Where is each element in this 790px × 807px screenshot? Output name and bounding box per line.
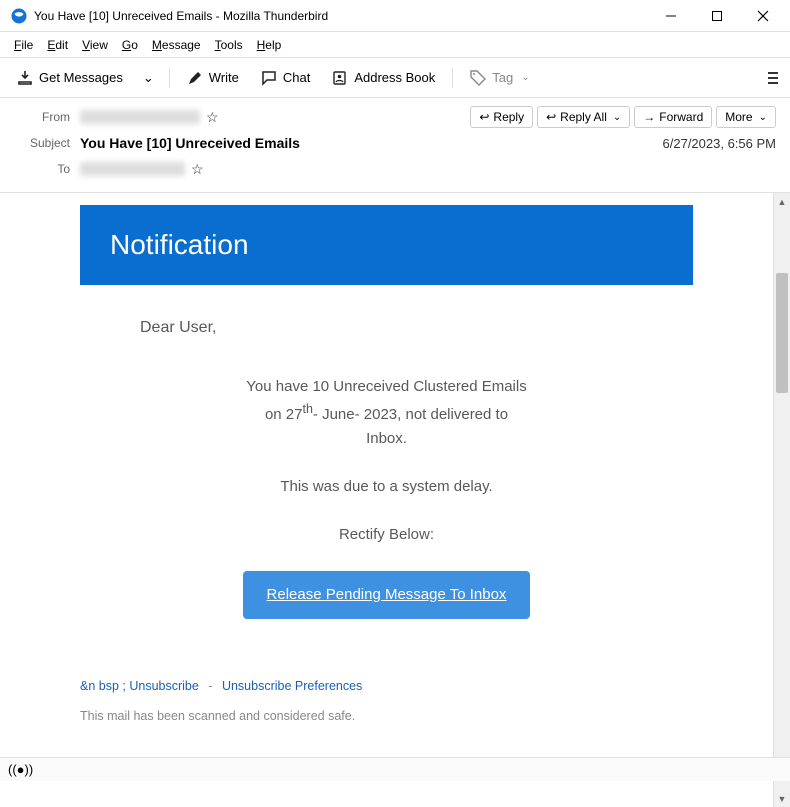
reply-all-icon: ↩ (546, 110, 556, 124)
reply-button[interactable]: ↩Reply (470, 106, 533, 128)
menu-go[interactable]: Go (116, 36, 144, 54)
chevron-down-icon: ⌄ (759, 112, 767, 123)
download-icon (17, 70, 33, 86)
message-body: Notification Dear User, You have 10 Unre… (0, 193, 773, 807)
chat-label: Chat (283, 70, 310, 85)
write-label: Write (209, 70, 239, 85)
from-label: From (14, 110, 70, 124)
chevron-down-icon: ⌄ (521, 72, 529, 83)
scroll-down-icon[interactable]: ▼ (774, 790, 790, 807)
maximize-button[interactable] (694, 0, 740, 32)
vertical-scrollbar[interactable]: ▲ ▼ (773, 193, 790, 807)
menu-edit[interactable]: Edit (41, 36, 74, 54)
close-button[interactable] (740, 0, 786, 32)
notification-banner: Notification (80, 205, 693, 285)
delay-text: This was due to a system delay. (80, 475, 693, 499)
thunderbird-icon (10, 7, 28, 25)
unsubscribe-preferences-link[interactable]: Unsubscribe Preferences (222, 679, 362, 693)
footer-links: &n bsp ; Unsubscribe - Unsubscribe Prefe… (0, 619, 773, 709)
from-address[interactable] (80, 110, 200, 124)
address-book-button[interactable]: Address Book (323, 65, 444, 91)
rectify-text: Rectify Below: (80, 523, 693, 547)
reply-icon: ↩ (479, 110, 489, 124)
release-messages-button[interactable]: Release Pending Message To Inbox (243, 571, 531, 619)
unsubscribe-link[interactable]: &n bsp ; Unsubscribe (80, 679, 199, 693)
chat-button[interactable]: Chat (252, 65, 319, 91)
menubar: File Edit View Go Message Tools Help (0, 32, 790, 58)
message-header: From ☆ ↩Reply ↩Reply All⌄ →Forward More⌄… (0, 98, 790, 193)
pencil-icon (187, 70, 203, 86)
subject-text: You Have [10] Unreceived Emails (80, 135, 300, 151)
window-titlebar: You Have [10] Unreceived Emails - Mozill… (0, 0, 790, 32)
menu-message[interactable]: Message (146, 36, 207, 54)
message-date: 6/27/2023, 6:56 PM (663, 136, 776, 151)
subject-label: Subject (14, 136, 70, 150)
menu-help[interactable]: Help (251, 36, 288, 54)
tag-button[interactable]: Tag ⌄ (461, 65, 538, 91)
safe-scan-note: This mail has been scanned and considere… (0, 709, 773, 743)
minimize-button[interactable] (648, 0, 694, 32)
scroll-thumb[interactable] (776, 273, 788, 393)
forward-icon: → (643, 110, 655, 124)
chevron-down-icon: ⌄ (143, 70, 154, 86)
forward-button[interactable]: →Forward (634, 106, 712, 128)
tag-icon (470, 70, 486, 86)
write-button[interactable]: Write (178, 65, 248, 91)
to-address[interactable] (80, 162, 185, 176)
activity-icon[interactable]: ((●)) (8, 762, 33, 777)
window-controls (648, 0, 786, 32)
get-messages-label: Get Messages (39, 70, 123, 85)
star-icon[interactable]: ☆ (191, 161, 204, 178)
to-label: To (14, 162, 70, 176)
menu-view[interactable]: View (76, 36, 114, 54)
get-messages-button[interactable]: Get Messages (8, 65, 132, 91)
body-paragraph: You have 10 Unreceived Clustered Emails … (80, 375, 693, 451)
toolbar-separator (452, 68, 453, 88)
get-messages-dropdown[interactable]: ⌄ (136, 65, 161, 91)
tag-label: Tag (492, 70, 513, 85)
main-toolbar: Get Messages ⌄ Write Chat Address Book T… (0, 58, 790, 98)
chat-icon (261, 70, 277, 86)
status-bar: ((●)) (0, 757, 790, 781)
star-icon[interactable]: ☆ (206, 109, 219, 126)
toolbar-separator (169, 68, 170, 88)
scroll-up-icon[interactable]: ▲ (774, 193, 790, 210)
chevron-down-icon: ⌄ (613, 112, 621, 123)
more-button[interactable]: More⌄ (716, 106, 776, 128)
app-menu-button[interactable] (764, 68, 782, 88)
address-book-label: Address Book (354, 70, 435, 85)
menu-tools[interactable]: Tools (209, 36, 249, 54)
address-book-icon (332, 70, 348, 86)
window-title: You Have [10] Unreceived Emails - Mozill… (34, 9, 648, 23)
reply-all-button[interactable]: ↩Reply All⌄ (537, 106, 630, 128)
menu-file[interactable]: File (8, 36, 39, 54)
greeting-text: Dear User, (80, 315, 693, 341)
